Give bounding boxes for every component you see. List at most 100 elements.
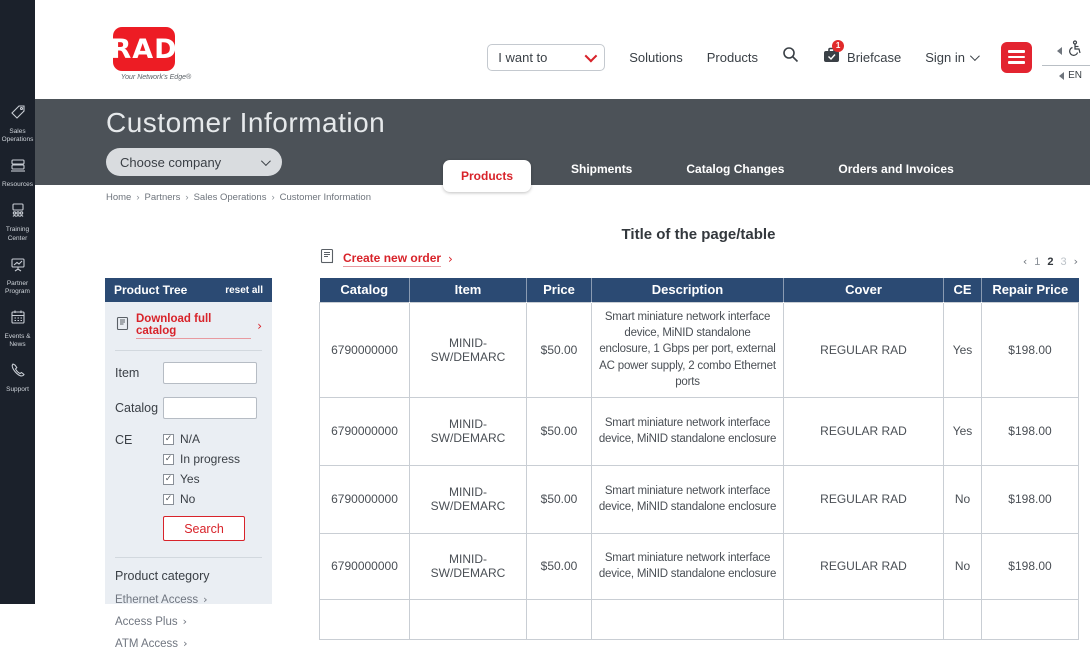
- i-want-to-select[interactable]: I want to: [487, 44, 605, 71]
- sidebar-item-training-center[interactable]: Training Center: [0, 202, 35, 242]
- breadcrumb-sales-operations[interactable]: Sales Operations: [194, 192, 267, 203]
- page-header-band: Customer Information Choose company Prod…: [35, 99, 1090, 185]
- search-button[interactable]: Search: [163, 516, 245, 541]
- sign-in-label: Sign in: [925, 50, 965, 65]
- catalog-label: Catalog: [115, 401, 163, 415]
- breadcrumb-partners[interactable]: Partners: [145, 192, 181, 203]
- product-tree-body: Download full catalog › Item Catalog CE …: [105, 302, 272, 650]
- chevron-right-icon: ›: [448, 252, 453, 266]
- top-header: RAD Your Network's Edge® I want to Solut…: [35, 0, 1090, 99]
- training-icon: [10, 202, 26, 223]
- calendar-icon: [10, 309, 26, 330]
- pagination-page-2-current[interactable]: 2: [1047, 256, 1053, 268]
- briefcase-button[interactable]: 1 Briefcase: [823, 47, 901, 68]
- sidebar-item-sales-operations[interactable]: Sales Operations: [0, 104, 35, 144]
- accessibility-icon: [1066, 40, 1082, 61]
- col-header-cover: Cover: [784, 278, 944, 302]
- create-new-order-link[interactable]: Create new order ›: [319, 248, 453, 270]
- main-nav: I want to Solutions Products 1 Briefcase…: [487, 41, 1032, 73]
- catalog-filter-row: Catalog: [115, 397, 262, 419]
- company-select-label: Choose company: [120, 155, 221, 170]
- table-row[interactable]: 6790000000 MINID-SW/DEMARC $50.00 Smart …: [320, 465, 1079, 533]
- product-tree-title: Product Tree: [114, 283, 187, 297]
- products-table: Catalog Item Price Description Cover CE …: [319, 278, 1078, 640]
- category-ethernet-access[interactable]: Ethernet Access ›: [115, 593, 262, 606]
- pagination-next[interactable]: ›: [1074, 255, 1078, 268]
- menu-button[interactable]: [1001, 42, 1032, 73]
- tab-products[interactable]: Products: [443, 160, 531, 192]
- order-form-icon: [319, 248, 336, 270]
- resources-icon: [10, 157, 26, 178]
- accessibility-widget[interactable]: [1042, 36, 1090, 65]
- checkbox-checked-icon: ✓: [163, 454, 174, 465]
- brand-tagline: Your Network's Edge®: [101, 74, 211, 81]
- briefcase-label: Briefcase: [847, 50, 901, 65]
- ce-option-yes[interactable]: ✓ Yes: [163, 472, 240, 486]
- nav-link-solutions[interactable]: Solutions: [629, 50, 682, 65]
- col-header-description: Description: [592, 278, 784, 302]
- sign-in-button[interactable]: Sign in: [925, 50, 977, 65]
- table-row[interactable]: 6790000000 MINID-SW/DEMARC $50.00 Smart …: [320, 302, 1079, 397]
- pagination-page-3[interactable]: 3: [1060, 256, 1066, 268]
- item-label: Item: [115, 366, 163, 380]
- page-title: Customer Information: [106, 107, 385, 139]
- tab-shipments[interactable]: Shipments: [557, 153, 646, 192]
- ce-label: CE: [115, 432, 163, 447]
- breadcrumb-customer-information: Customer Information: [280, 192, 371, 203]
- checkbox-checked-icon: ✓: [163, 474, 174, 485]
- table-toolbar: Create new order › ‹ 1 2 3 ›: [319, 248, 1078, 270]
- ce-option-no[interactable]: ✓ No: [163, 492, 240, 506]
- sidebar-item-partner-program[interactable]: Partner Program: [0, 256, 35, 296]
- tab-orders-invoices[interactable]: Orders and Invoices: [824, 153, 967, 192]
- product-category-title: Product category: [115, 569, 262, 583]
- category-atm-access[interactable]: ATM Access ›: [115, 637, 262, 650]
- ce-filter-row: CE ✓ N/A ✓ In progress ✓ Yes ✓ No: [115, 432, 262, 506]
- download-catalog-label: Download full catalog: [136, 313, 251, 339]
- breadcrumb-home[interactable]: Home: [106, 192, 131, 203]
- checkbox-checked-icon: ✓: [163, 494, 174, 505]
- nav-link-products[interactable]: Products: [707, 50, 758, 65]
- col-header-catalog: Catalog: [320, 278, 410, 302]
- sidebar-item-label: Sales Operations: [0, 128, 35, 144]
- sidebar-item-label: Events & News: [0, 333, 35, 349]
- download-catalog-link[interactable]: Download full catalog ›: [115, 313, 262, 339]
- sidebar-item-label: Resources: [2, 181, 33, 189]
- checkbox-checked-icon: ✓: [163, 434, 174, 445]
- company-select[interactable]: Choose company: [106, 148, 282, 176]
- chevron-right-icon: ›: [257, 319, 262, 333]
- app-sidebar: Sales Operations Resources Training Cent…: [0, 0, 35, 604]
- category-access-plus[interactable]: Access Plus ›: [115, 615, 262, 628]
- rad-logo[interactable]: RAD: [113, 27, 175, 71]
- catalog-input[interactable]: [163, 397, 257, 419]
- product-tree-panel: Product Tree reset all Download full cat…: [105, 278, 272, 604]
- sidebar-item-label: Partner Program: [0, 280, 35, 296]
- chevron-right-icon: ›: [183, 615, 187, 628]
- divider: [115, 557, 262, 558]
- table-row[interactable]: 6790000000 MINID-SW/DEMARC $50.00 Smart …: [320, 397, 1079, 465]
- sidebar-item-events-news[interactable]: Events & News: [0, 309, 35, 349]
- chevron-right-icon: ›: [183, 637, 187, 650]
- i-want-to-label: I want to: [498, 50, 547, 65]
- language-widget[interactable]: EN: [1042, 65, 1090, 85]
- reset-all-link[interactable]: reset all: [225, 285, 263, 296]
- catalog-icon: [115, 316, 130, 336]
- breadcrumb: Home › Partners › Sales Operations › Cus…: [106, 192, 371, 203]
- chevron-right-icon: ›: [203, 593, 207, 606]
- ce-option-na[interactable]: ✓ N/A: [163, 432, 240, 446]
- table-row[interactable]: 6790000000 MINID-SW/DEMARC $50.00 Smart …: [320, 533, 1079, 599]
- search-icon[interactable]: [782, 46, 799, 68]
- breadcrumb-separator: ›: [271, 192, 274, 203]
- pagination-page-1[interactable]: 1: [1034, 256, 1040, 268]
- ce-option-in-progress[interactable]: ✓ In progress: [163, 452, 240, 466]
- language-label: EN: [1068, 70, 1082, 81]
- pagination: ‹ 1 2 3 ›: [1023, 255, 1078, 270]
- sidebar-item-resources[interactable]: Resources: [0, 157, 35, 189]
- table-row[interactable]: [320, 599, 1079, 639]
- pagination-prev[interactable]: ‹: [1023, 255, 1027, 268]
- col-header-price: Price: [527, 278, 592, 302]
- item-input[interactable]: [163, 362, 257, 384]
- edge-widgets: EN: [1042, 36, 1090, 85]
- divider: [115, 350, 262, 351]
- sidebar-item-support[interactable]: Support: [0, 362, 35, 394]
- tab-catalog-changes[interactable]: Catalog Changes: [672, 153, 798, 192]
